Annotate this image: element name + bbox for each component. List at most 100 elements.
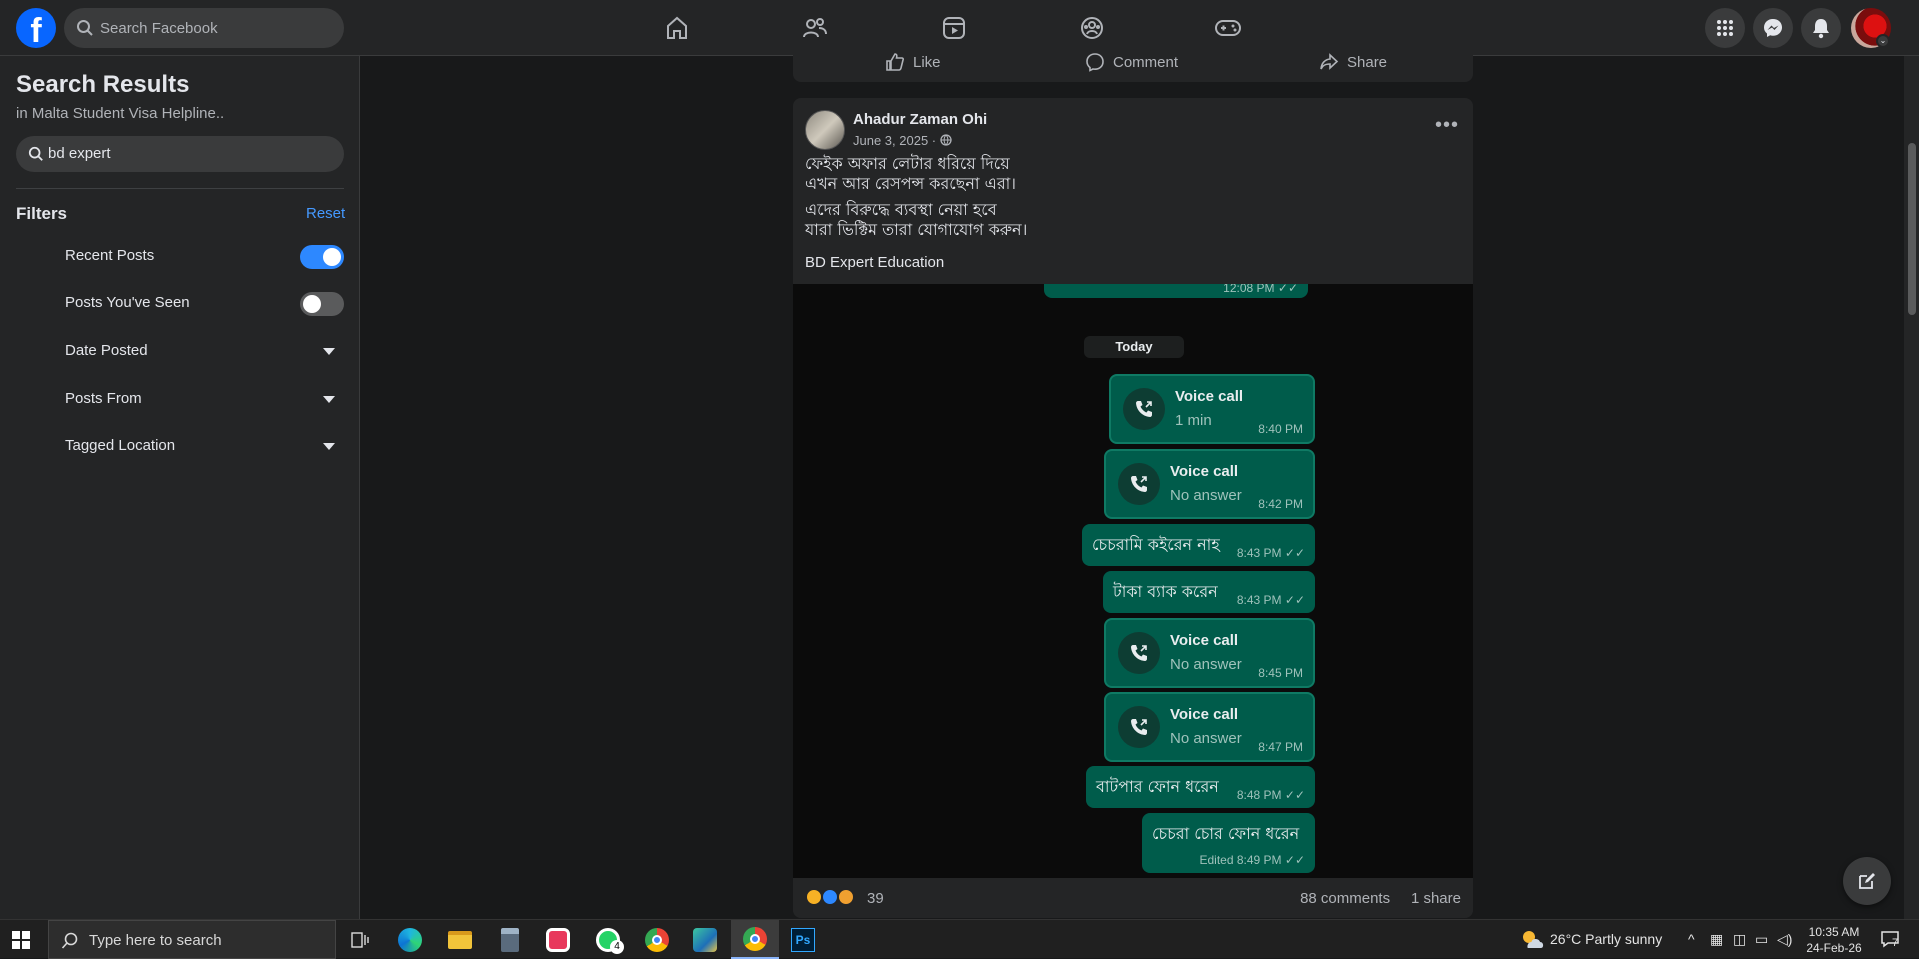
reset-filters-link[interactable]: Reset — [306, 205, 345, 222]
more-options-icon[interactable]: ••• — [1435, 114, 1459, 137]
filter-date-posted[interactable]: Date Posted — [0, 331, 360, 371]
message-time: Edited 8:49 PM ✓✓ — [1199, 853, 1305, 867]
facebook-search-input[interactable] — [100, 8, 330, 48]
tray-camera-icon[interactable]: ◫ — [1733, 931, 1746, 948]
share-arrow-icon — [1320, 53, 1339, 70]
notification-center-icon[interactable]: 7 — [1880, 929, 1902, 954]
comment-bubble-icon — [1086, 53, 1104, 72]
watch-video-icon[interactable] — [934, 8, 974, 48]
notifications-bell-icon[interactable] — [1801, 8, 1841, 48]
group-context-subtitle: in Malta Student Visa Helpline.. — [16, 105, 225, 122]
volume-speaker-icon[interactable]: ◁) — [1777, 931, 1792, 948]
weather-partly-sunny-icon[interactable] — [1519, 928, 1545, 953]
reactions-summary-bar: 39 88 comments 1 share — [793, 878, 1473, 918]
new-message-button[interactable] — [1843, 857, 1891, 905]
filter-posts-youve-seen[interactable]: Posts You've Seen — [0, 283, 360, 323]
file-explorer-icon[interactable] — [436, 920, 484, 959]
call-status: No answer — [1170, 730, 1242, 747]
post-date[interactable]: June 3, 2025 · — [853, 133, 952, 148]
weather-text[interactable]: 26°C Partly sunny — [1550, 931, 1662, 947]
search-icon — [28, 146, 43, 161]
messenger-app-icon[interactable] — [534, 920, 582, 959]
account-chevron-down-icon[interactable]: ⌄ — [1876, 34, 1890, 48]
whatsapp-icon[interactable]: 4 — [584, 920, 632, 959]
message-time: 8:43 PM ✓✓ — [1236, 546, 1305, 560]
chrome-icon[interactable] — [633, 920, 681, 959]
group-search-field[interactable]: bd expert — [16, 136, 344, 172]
text-message-bubble: টাকা ব্যাক করেন 8:43 PM ✓✓ — [1103, 571, 1315, 613]
like-label: Like — [913, 53, 941, 71]
clock-date: 24-Feb-26 — [1806, 941, 1862, 955]
message-text: চেচরা চোর ফোন ধরেন — [1152, 824, 1300, 843]
message-time: 12:08 PM ✓✓ — [1223, 284, 1298, 295]
message-text: চেচরামি কইরেন নাহ — [1092, 535, 1220, 554]
comment-button[interactable]: Comment — [1085, 52, 1178, 72]
author-avatar[interactable] — [805, 110, 845, 150]
comments-count-link[interactable]: 88 comments — [1300, 890, 1390, 907]
edge-browser-icon[interactable] — [386, 920, 434, 959]
text-message-bubble: চেচরা চোর ফোন ধরেন Edited 8:49 PM ✓✓ — [1142, 813, 1315, 873]
caret-down-icon[interactable] — [323, 396, 335, 403]
filter-posts-from[interactable]: Posts From — [0, 379, 360, 419]
windows-start-icon[interactable] — [12, 931, 30, 949]
task-view-icon[interactable] — [336, 920, 384, 959]
tray-app-icon[interactable]: ▦ — [1710, 931, 1723, 948]
search-icon — [61, 932, 78, 949]
messenger-icon[interactable] — [1753, 8, 1793, 48]
phone-call-icon — [1123, 388, 1165, 430]
facebook-search-box[interactable] — [64, 8, 344, 48]
recent-posts-toggle[interactable] — [300, 245, 344, 269]
call-status: 1 min — [1175, 412, 1212, 429]
message-time: 8:48 PM ✓✓ — [1236, 788, 1305, 802]
groups-icon[interactable] — [1072, 8, 1112, 48]
show-hidden-icons-chevron-up-icon[interactable]: ^ — [1688, 931, 1695, 947]
shares-count-link[interactable]: 1 share — [1411, 890, 1461, 907]
share-button[interactable]: Share — [1319, 52, 1387, 72]
call-title: Voice call — [1170, 463, 1239, 480]
text-message-bubble: চেচরামি কইরেন নাহ 8:43 PM ✓✓ — [1082, 524, 1315, 566]
friends-icon[interactable] — [795, 8, 835, 48]
scrollbar-thumb[interactable] — [1908, 143, 1916, 315]
toggle-knob — [323, 248, 341, 266]
like-button[interactable]: Like — [885, 52, 941, 72]
home-icon[interactable] — [657, 8, 697, 48]
message-time: 8:45 PM — [1258, 666, 1303, 680]
chrome-active-icon[interactable] — [731, 920, 779, 959]
message-time: 8:42 PM — [1258, 497, 1303, 511]
caret-down-icon[interactable] — [323, 348, 335, 355]
filter-label: Tagged Location — [65, 437, 176, 454]
caret-down-icon[interactable] — [323, 443, 335, 450]
phone-call-icon — [1118, 632, 1160, 674]
post-text-line: যারা ভিক্টিম তারা যোগাযোগ করুন। — [805, 220, 1028, 239]
network-icon[interactable]: ▭ — [1755, 931, 1768, 948]
message-text: বাটপার ফোন ধরেন — [1096, 777, 1219, 796]
group-search-value[interactable]: bd expert — [48, 145, 111, 162]
sad-reaction-icon[interactable] — [837, 888, 855, 906]
phone-call-icon — [1118, 706, 1160, 748]
filter-recent-posts[interactable]: Recent Posts — [0, 236, 360, 276]
gaming-icon[interactable] — [1208, 8, 1248, 48]
filter-tagged-location[interactable]: Tagged Location — [0, 426, 360, 466]
posts-seen-toggle[interactable] — [300, 292, 344, 316]
voice-call-bubble: Voice call No answer 8:47 PM — [1104, 692, 1315, 762]
calculator-icon[interactable] — [486, 920, 534, 959]
post-text-line: এখন আর রেসপন্স করছেনা এরা। — [805, 174, 1016, 193]
menu-grid-icon[interactable] — [1705, 8, 1745, 48]
post-card: Ahadur Zaman Ohi June 3, 2025 · ••• ফেইক… — [793, 98, 1473, 918]
author-name-link[interactable]: Ahadur Zaman Ohi — [853, 111, 987, 128]
text-message-bubble: বাটপার ফোন ধরেন 8:48 PM ✓✓ — [1086, 766, 1315, 808]
reaction-count[interactable]: 39 — [867, 890, 884, 907]
post-image-chat-screenshot[interactable]: 12:08 PM ✓✓ Today Voice call 1 min 8:40 … — [793, 284, 1473, 878]
previous-post-action-bar: Like Comment Share — [793, 46, 1473, 82]
taskbar-search-placeholder: Type here to search — [89, 932, 222, 949]
photoshop-icon[interactable]: Ps — [779, 920, 827, 959]
taskbar-clock[interactable]: 10:35 AM 24-Feb-26 — [1806, 924, 1862, 956]
comment-label: Comment — [1113, 53, 1179, 71]
filters-heading: Filters — [16, 204, 68, 223]
taskbar-search-box[interactable]: Type here to search — [48, 920, 336, 959]
facebook-logo-icon[interactable]: f — [16, 8, 56, 48]
app-butterfly-icon[interactable] — [681, 920, 729, 959]
compose-edit-icon — [1859, 873, 1875, 889]
post-text-line: ফেইক অফার লেটার ধরিয়ে দিয়ে — [805, 154, 1010, 173]
page-title: Search Results — [16, 71, 190, 98]
